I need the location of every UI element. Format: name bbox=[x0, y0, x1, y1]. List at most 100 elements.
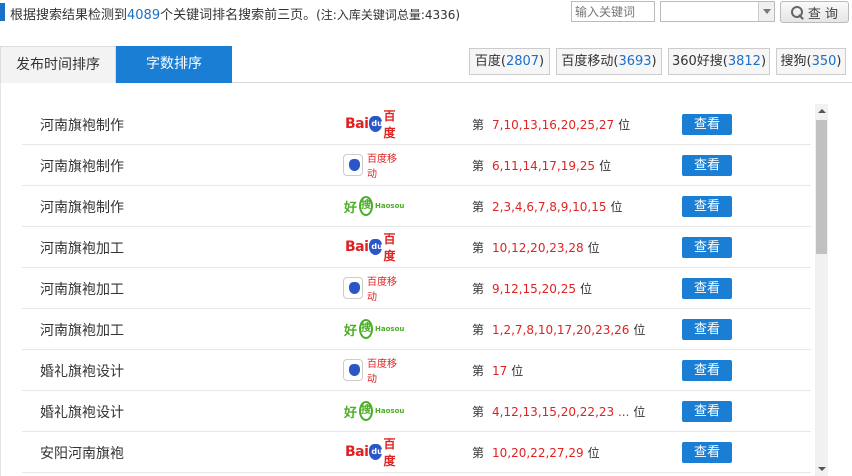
view-button[interactable]: 查看 bbox=[682, 237, 732, 258]
baidu-mobile-logo: 百度移动 bbox=[323, 152, 403, 180]
rank-positions: 第 6,11,14,17,19,25 位 bbox=[472, 157, 611, 174]
engine-select[interactable] bbox=[660, 1, 775, 22]
logo-text: 好 bbox=[344, 323, 358, 339]
rank-suffix: 位 bbox=[511, 364, 524, 378]
view-button[interactable]: 查看 bbox=[682, 360, 732, 381]
engine-count: 350 bbox=[811, 54, 837, 69]
rank-values: 7,10,13,16,20,25,27 bbox=[492, 118, 615, 132]
baidu-mobile-logo: 百度移动 bbox=[323, 357, 403, 385]
rank-suffix: 位 bbox=[580, 282, 593, 296]
table-row: 安阳河南旗袍 Bai 百度 第 10,20,22,27,29位 查看 bbox=[22, 432, 811, 473]
summary-text: 根据搜索结果检测到4089个关键词排名搜索前三页。(注:入库关键词总量:4336… bbox=[10, 4, 460, 23]
logo-text: Bai bbox=[345, 239, 369, 255]
keyword: 婚礼旗袍设计 bbox=[40, 364, 124, 380]
scrollbar-thumb[interactable] bbox=[816, 120, 827, 254]
scroll-down-icon[interactable] bbox=[815, 462, 828, 476]
rank-prefix: 第 bbox=[472, 446, 485, 460]
haosou-logo: 好搜 Haosou bbox=[323, 316, 405, 342]
summary-suffix: 个关键词排名搜索前三页。 bbox=[160, 8, 317, 23]
chevron-down-icon[interactable] bbox=[758, 2, 774, 21]
baidu-mobile-logo: 百度移动 bbox=[323, 275, 403, 303]
keyword-input[interactable] bbox=[571, 1, 655, 22]
rank-prefix: 第 bbox=[472, 159, 485, 173]
rank-suffix: 位 bbox=[587, 446, 600, 460]
engine-name: 360好搜 bbox=[671, 54, 723, 69]
keyword: 河南旗袍加工 bbox=[40, 241, 124, 257]
paw-icon bbox=[369, 116, 383, 132]
rank-values: 6,11,14,17,19,25 bbox=[492, 159, 596, 173]
rank-positions: 第 2,3,4,6,7,8,9,10,15 位 bbox=[472, 198, 623, 215]
query-button[interactable]: 查 询 bbox=[780, 1, 849, 23]
keyword: 河南旗袍制作 bbox=[40, 200, 124, 216]
view-button[interactable]: 查看 bbox=[682, 319, 732, 340]
logo-text: 搜 bbox=[359, 401, 374, 421]
logo-text: Haosou bbox=[375, 407, 405, 415]
rank-positions: 第 1,2,7,8,10,17,20,23,26 位 bbox=[472, 321, 645, 338]
rank-suffix: 位 bbox=[610, 200, 623, 214]
rank-positions: 第 4,12,13,15,20,22,23 ... 位 bbox=[472, 403, 645, 420]
view-button[interactable]: 查看 bbox=[682, 278, 732, 299]
rank-suffix: 位 bbox=[633, 323, 646, 337]
logo-text: 搜 bbox=[359, 196, 374, 216]
baidu-mobile-icon bbox=[343, 277, 363, 299]
logo-text: Haosou bbox=[375, 202, 405, 210]
logo-text: 好 bbox=[344, 200, 358, 216]
scrollbar[interactable] bbox=[815, 104, 828, 476]
rank-suffix: 位 bbox=[633, 405, 646, 419]
top-bar: 根据搜索结果检测到4089个关键词排名搜索前三页。(注:入库关键词总量:4336… bbox=[0, 0, 852, 26]
baidu-logo: Bai 百度 bbox=[323, 437, 403, 468]
logo-text: 搜 bbox=[359, 319, 374, 339]
table-row: 河南旗袍加工 好搜 Haosou 第 1,2,7,8,10,17,20,23,26 位 查看 bbox=[22, 309, 811, 350]
rank-values: 17 bbox=[492, 364, 508, 378]
table-row: 河南旗袍制作 好搜 Haosou 第 2,3,4,6,7,8,9,10,15 位 查看 bbox=[22, 186, 811, 227]
engine-filter-sogou[interactable]: 搜狗(350) bbox=[776, 48, 846, 75]
keyword: 河南旗袍加工 bbox=[40, 282, 124, 298]
rank-prefix: 第 bbox=[472, 323, 485, 337]
view-button[interactable]: 查看 bbox=[682, 155, 732, 176]
logo-text: 好 bbox=[344, 405, 358, 421]
rank-values: 10,20,22,27,29 bbox=[492, 446, 584, 460]
view-button[interactable]: 查看 bbox=[682, 442, 732, 463]
rank-positions: 第 7,10,13,16,20,25,27 位 bbox=[472, 116, 630, 133]
rank-prefix: 第 bbox=[472, 241, 485, 255]
view-button[interactable]: 查看 bbox=[682, 114, 732, 135]
view-button[interactable]: 查看 bbox=[682, 401, 732, 422]
logo-text: 百度移动 bbox=[367, 154, 397, 180]
table-row: 河南旗袍制作 百度移动 第 6,11,14,17,19,25 位 查看 bbox=[22, 145, 811, 186]
table-row: 河南旗袍加工 Bai 百度 第 10,12,20,23,28位 查看 bbox=[22, 227, 811, 268]
keyword: 河南旗袍制作 bbox=[40, 118, 124, 134]
tab-publish-time[interactable]: 发布时间排序 bbox=[0, 46, 116, 83]
haosou-logo: 好搜 Haosou bbox=[323, 193, 405, 219]
rank-prefix: 第 bbox=[472, 364, 485, 378]
logo-text: 百度 bbox=[383, 437, 396, 468]
paw-icon bbox=[369, 239, 383, 255]
search-icon bbox=[790, 5, 804, 19]
logo-text: 百度移动 bbox=[367, 359, 397, 385]
logo-text: Bai bbox=[345, 444, 369, 460]
logo-text: 百度 bbox=[383, 109, 396, 140]
keyword: 河南旗袍制作 bbox=[40, 159, 124, 175]
rank-prefix: 第 bbox=[472, 118, 485, 132]
table-row: 婚礼旗袍设计 好搜 Haosou 第 4,12,13,15,20,22,23 ... 位 查… bbox=[22, 391, 811, 432]
rank-values: 2,3,4,6,7,8,9,10,15 bbox=[492, 200, 607, 214]
engine-filter-baidu[interactable]: 百度(2807) bbox=[469, 48, 550, 75]
logo-text: Haosou bbox=[375, 325, 405, 333]
rank-prefix: 第 bbox=[472, 282, 485, 296]
view-button[interactable]: 查看 bbox=[682, 196, 732, 217]
scroll-up-icon[interactable] bbox=[815, 104, 828, 118]
rank-suffix: 位 bbox=[599, 159, 612, 173]
engine-count: 3812 bbox=[727, 54, 761, 69]
engine-filter-baidu-mobile[interactable]: 百度移动(3693) bbox=[556, 48, 662, 75]
engine-name: 搜狗 bbox=[780, 54, 807, 69]
rank-positions: 第 10,12,20,23,28 位 bbox=[472, 239, 600, 256]
rank-positions: 第 9,12,15,20,25 位 bbox=[472, 280, 592, 297]
rank-positions: 第 10,20,22,27,29 位 bbox=[472, 444, 600, 461]
paw-icon bbox=[369, 444, 383, 460]
engine-name: 百度移动 bbox=[561, 54, 614, 69]
engine-filter-360[interactable]: 360好搜(3812) bbox=[668, 48, 770, 75]
logo-text: Bai bbox=[345, 116, 369, 132]
rank-suffix: 位 bbox=[618, 118, 631, 132]
tab-word-count[interactable]: 字数排序 bbox=[116, 46, 232, 83]
rank-values: 1,2,7,8,10,17,20,23,26 bbox=[492, 323, 630, 337]
engine-count: 3693 bbox=[618, 54, 652, 69]
